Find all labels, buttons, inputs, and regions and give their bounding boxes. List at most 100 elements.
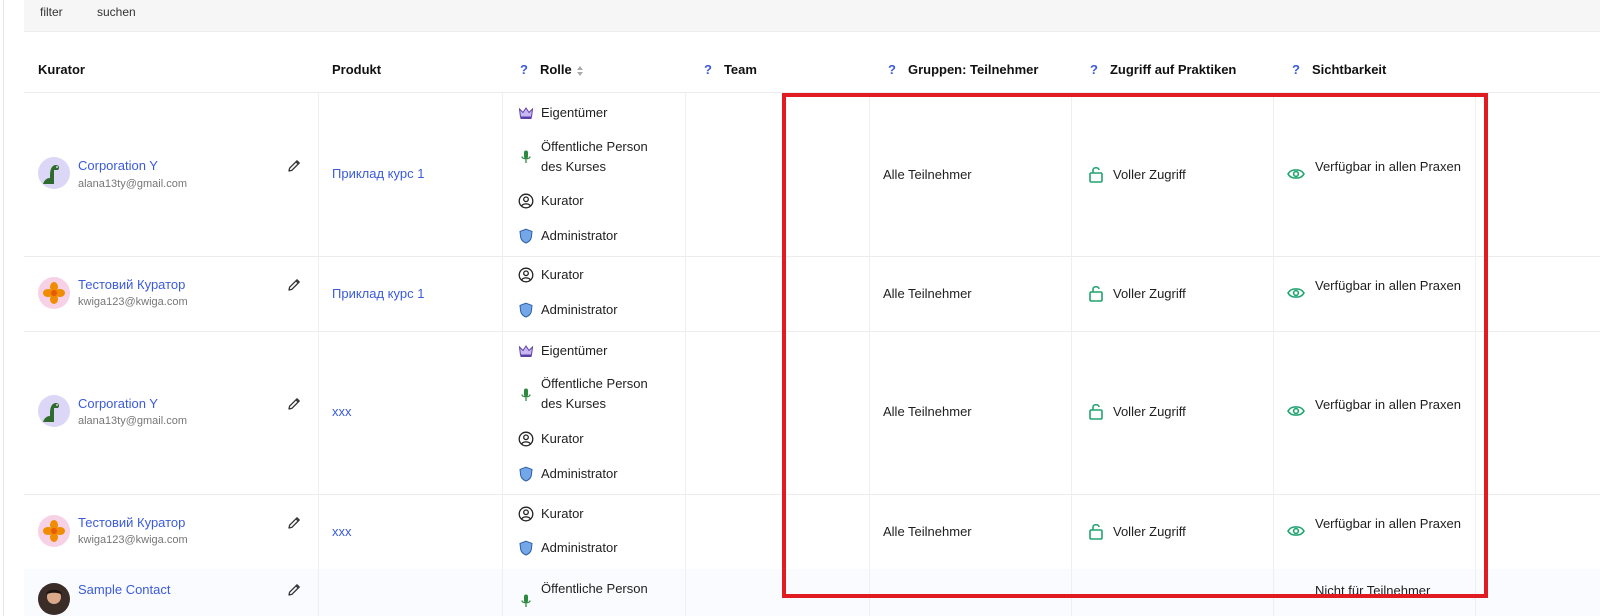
groups-value: Alle Teilnehmer [883,286,972,301]
pencil-icon[interactable] [286,582,302,598]
curator-name[interactable]: Тестовий Куратор [78,277,185,292]
avatar [38,157,70,189]
visibility-value: Verfügbar in allen Praxen [1315,397,1461,412]
pencil-icon[interactable] [286,277,302,293]
shield-icon [519,228,533,244]
pencil-icon[interactable] [286,158,302,174]
filter-button[interactable]: filter [40,5,63,19]
curator-name[interactable]: Тестовий Куратор [78,515,185,530]
unlock-icon [1089,285,1103,302]
help-icon[interactable]: ? [704,62,712,77]
groups-value: Alle Teilnehmer [883,524,972,539]
user-circle-icon [518,193,534,209]
unlock-icon [1089,166,1103,183]
avatar [38,583,70,615]
flower-icon [43,520,65,542]
role-label: Kurator [541,267,584,282]
user-circle-icon [518,267,534,283]
header-role[interactable]: ? Rolle [520,62,584,77]
user-circle-icon [518,431,534,447]
header-team-label: Team [723,62,757,77]
role-label: Administrator [541,302,618,317]
table-row[interactable]: Corporation Y alana13ty@gmail.com Прикла… [24,93,1600,257]
flower-icon [43,282,65,304]
help-icon[interactable]: ? [1090,62,1098,77]
role-label: Administrator [541,228,618,243]
groups-value: Alle Teilnehmer [883,404,972,419]
role-label: Eigentümer [541,343,608,358]
header-groups-label: Gruppen: Teilnehmer [907,62,1039,77]
user-circle-icon [518,506,534,522]
visibility-value: Verfügbar in allen Praxen [1315,278,1461,293]
groups-value: Alle Teilnehmer [883,167,972,182]
curator-name[interactable]: Sample Contact [78,582,171,597]
role-label: Öffentliche Person [541,581,648,596]
help-icon[interactable]: ? [888,62,896,77]
search-button[interactable]: suchen [97,5,136,19]
avatar [38,515,70,547]
product-link[interactable]: xxx [332,404,352,419]
sort-icon[interactable] [576,65,584,76]
header-team[interactable]: ? Team [704,62,757,77]
header-groups[interactable]: ? Gruppen: Teilnehmer [888,62,1038,77]
table-row[interactable]: Тестовий Куратор kwiga123@kwiga.com xxx … [24,494,1600,570]
eye-icon [1287,526,1305,536]
person-photo-icon [46,589,62,604]
curator-email: alana13ty@gmail.com [78,415,187,427]
avatar [38,277,70,309]
table-row[interactable]: Тестовий Куратор kwiga123@kwiga.com Прик… [24,256,1600,332]
header-product[interactable]: Produkt [332,62,381,77]
pencil-icon[interactable] [286,515,302,531]
unlock-icon [1089,403,1103,420]
curator-email: kwiga123@kwiga.com [78,534,188,546]
role-label: Kurator [541,193,584,208]
eye-icon [1287,288,1305,298]
visibility-value: Nicht für Teilnehmer [1315,583,1431,598]
filter-bar: filter suchen [24,0,1600,32]
access-value: Voller Zugriff [1113,167,1186,182]
avatar [38,395,70,427]
crown-icon [518,107,534,119]
table-row[interactable]: Corporation Y alana13ty@gmail.com xxx Ei… [24,331,1600,495]
role-label: Eigentümer [541,105,608,120]
eye-icon [1287,406,1305,416]
left-border [3,0,4,616]
dinosaur-icon [43,165,60,184]
microphone-icon [521,388,531,401]
product-link[interactable]: Приклад курс 1 [332,286,424,301]
header-curator[interactable]: Kurator [38,62,85,77]
microphone-icon [521,594,531,607]
shield-icon [519,302,533,318]
header-visibility[interactable]: ? Sichtbarkeit [1292,62,1386,77]
help-icon[interactable]: ? [520,62,528,77]
shield-icon [519,466,533,482]
header-visibility-label: Sichtbarkeit [1311,62,1387,77]
access-value: Voller Zugriff [1113,286,1186,301]
visibility-value: Verfügbar in allen Praxen [1315,516,1461,531]
curator-email: kwiga123@kwiga.com [78,296,188,308]
table-row[interactable]: Sample Contact Öffentliche Person Nicht … [24,569,1600,616]
role-label: Kurator [541,431,584,446]
unlock-icon [1089,523,1103,540]
product-link[interactable]: xxx [332,524,352,539]
help-icon[interactable]: ? [1292,62,1300,77]
pencil-icon[interactable] [286,396,302,412]
curators-page: filter suchen Kurator Produkt ? Rolle ? Te… [0,0,1600,616]
role-label: Kurator [541,506,584,521]
shield-icon [519,540,533,556]
product-link[interactable]: Приклад курс 1 [332,166,424,181]
role-label: Öffentliche Person des Kurses [541,139,648,174]
curator-email: alana13ty@gmail.com [78,178,187,190]
dinosaur-icon [43,403,60,422]
role-label: Administrator [541,540,618,555]
eye-icon [1287,169,1305,179]
curator-name[interactable]: Corporation Y [78,158,158,173]
curator-name[interactable]: Corporation Y [78,396,158,411]
role-label: Öffentliche Person des Kurses [541,376,648,411]
header-access-label: Zugriff auf Praktiken [1109,62,1237,77]
access-value: Voller Zugriff [1113,404,1186,419]
header-role-label: Rolle [539,62,572,77]
microphone-icon [521,150,531,163]
crown-icon [518,345,534,357]
header-access[interactable]: ? Zugriff auf Praktiken [1090,62,1236,77]
